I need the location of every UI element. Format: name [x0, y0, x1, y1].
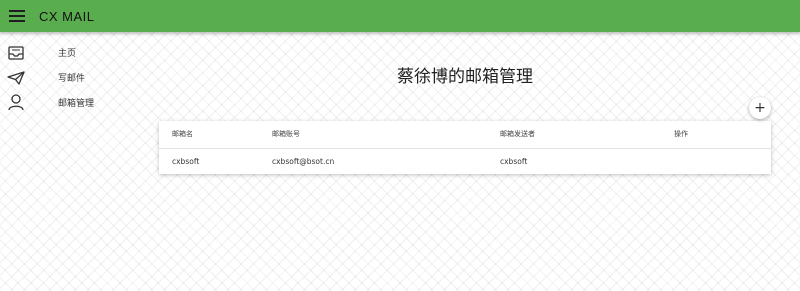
plus-icon: +: [754, 100, 766, 116]
mailbox-table: 邮箱名 邮箱账号 邮箱发送者 操作 cxbsoft cxbsoft@bsot.c…: [159, 121, 771, 174]
column-header-account: 邮箱账号: [272, 130, 300, 138]
column-header-actions: 操作: [674, 130, 688, 138]
table-row[interactable]: cxbsoft cxbsoft@bsot.cn cxbsoft: [159, 149, 771, 175]
cell-mailbox-name: cxbsoft: [172, 157, 200, 166]
add-mailbox-button[interactable]: +: [749, 97, 771, 119]
sidebar-item-label: 邮箱管理: [58, 99, 95, 109]
inbox-icon: [4, 45, 28, 60]
app-bar: CX MAIL: [0, 0, 800, 32]
app-title: CX MAIL: [39, 8, 95, 24]
cell-mailbox-account: cxbsoft@bsot.cn: [272, 157, 335, 166]
person-icon: [4, 94, 28, 111]
cell-mailbox-sender: cxbsoft: [500, 157, 528, 166]
sidebar-item-mailbox-manage[interactable]: 邮箱管理: [0, 90, 130, 115]
table-header-row: 邮箱名 邮箱账号 邮箱发送者 操作: [159, 121, 771, 149]
column-header-sender: 邮箱发送者: [500, 130, 535, 138]
menu-icon[interactable]: [9, 10, 25, 22]
sidebar-item-label: 主页: [58, 49, 77, 59]
page-title: 蔡徐博的邮箱管理: [397, 67, 533, 87]
column-header-name: 邮箱名: [172, 130, 193, 138]
